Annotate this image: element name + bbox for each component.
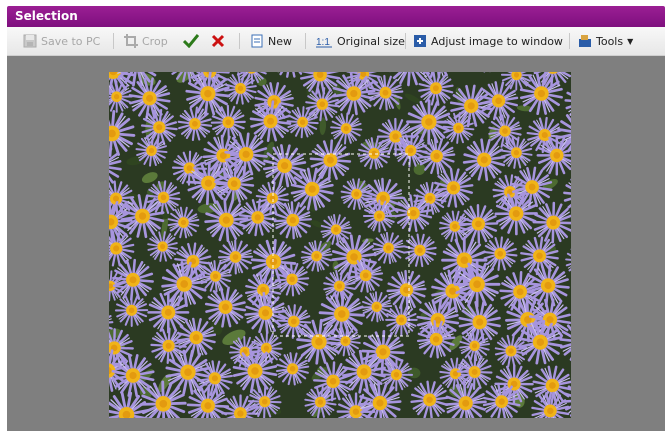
crop-button[interactable]: Crop <box>124 32 168 50</box>
new-label: New <box>268 34 292 48</box>
new-document-icon <box>250 34 264 48</box>
image-editor-window: Selection Save to PC Crop New 1:1 Origin… <box>0 0 667 431</box>
toolbar-separator <box>239 33 240 49</box>
toolbar-separator <box>569 33 570 49</box>
tools-label: Tools <box>596 34 624 48</box>
new-button[interactable]: New <box>250 32 292 50</box>
toolbar-separator <box>405 33 406 49</box>
toolbar: Save to PC Crop New 1:1 Original size Ad… <box>7 27 665 56</box>
crop-icon <box>124 34 138 48</box>
save-to-pc-label: Save to PC <box>41 34 101 48</box>
ratio-1-to-1-icon: 1:1 <box>315 34 333 48</box>
tools-menu-button[interactable]: Tools ▼ <box>578 32 633 50</box>
chevron-down-icon: ▼ <box>627 36 634 46</box>
adjust-image-button[interactable]: Adjust image to window <box>413 32 563 50</box>
svg-text:1:1: 1:1 <box>316 37 330 48</box>
window-title: Selection <box>15 9 78 23</box>
canvas-area[interactable] <box>7 56 665 431</box>
toolbar-separator <box>113 33 114 49</box>
cancel-button[interactable] <box>211 32 229 50</box>
original-size-label: Original size <box>337 34 405 48</box>
save-to-pc-button[interactable]: Save to PC <box>23 32 100 50</box>
tools-icon <box>578 34 592 48</box>
original-size-button[interactable]: 1:1 Original size <box>315 32 405 50</box>
toolbar-separator <box>305 33 306 49</box>
close-icon <box>211 34 225 48</box>
adjust-image-label: Adjust image to window <box>431 34 563 48</box>
flower-photo[interactable] <box>109 72 571 418</box>
floppy-disk-icon <box>23 34 37 48</box>
checkmark-icon <box>182 34 200 49</box>
fit-to-window-icon <box>413 34 427 48</box>
title-bar: Selection <box>7 6 665 27</box>
crop-label: Crop <box>142 34 168 48</box>
confirm-button[interactable] <box>182 32 201 50</box>
